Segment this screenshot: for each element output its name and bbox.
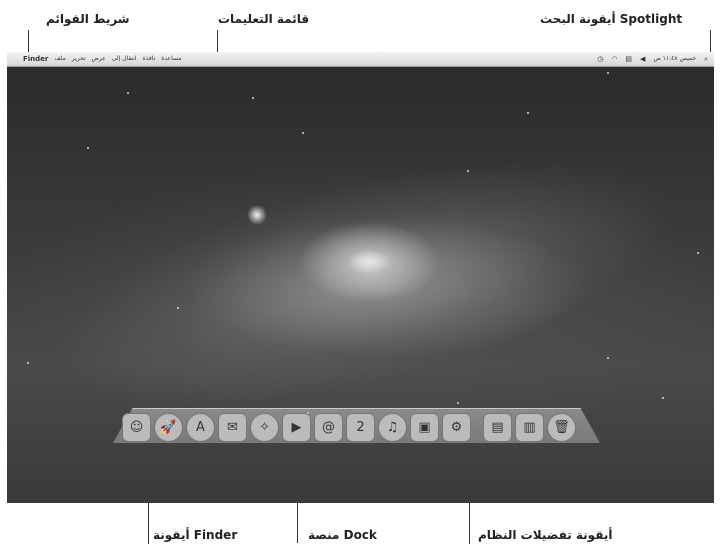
system-prefs-leader [469, 498, 470, 544]
menu-help[interactable]: مساعدة [161, 54, 181, 64]
facetime-icon[interactable]: ▶ [282, 413, 311, 442]
launchpad-icon[interactable]: 🚀 [154, 413, 183, 442]
menubar-callout: شريط القوائم [46, 12, 130, 26]
help-menu-leader [217, 30, 218, 52]
star [467, 170, 469, 172]
menu-bar: Finder ملف تحرير عرض انتقال إلى نافذة مس… [7, 52, 714, 67]
star [252, 97, 254, 99]
dock-leader [297, 503, 298, 543]
time-machine-icon[interactable]: ◷ [597, 54, 603, 64]
safari-icon[interactable]: ✧ [250, 413, 279, 442]
star [607, 72, 609, 74]
star [527, 112, 529, 114]
menu-clock[interactable]: خميس ١١:٤٨ ص [653, 54, 696, 64]
menu-window[interactable]: نافذة [143, 54, 156, 64]
help-menu-callout: قائمة التعليمات [218, 12, 310, 26]
finder-icon[interactable]: ☺ [122, 413, 151, 442]
spotlight-callout: أيقونة البحث Spotlight [540, 12, 683, 26]
star [87, 147, 89, 149]
mail-icon[interactable]: ✉ [218, 413, 247, 442]
star [27, 362, 29, 364]
finder-callout: أيقونة Finder [153, 528, 238, 542]
dock: ☺ 🚀 A ✉ ✧ ▶ @ 2 ♫ ▣ ⚙ ▤ ▥ 🗑 [122, 408, 602, 442]
display-icon[interactable]: ▤ [625, 54, 632, 64]
finder-leader [148, 498, 149, 544]
system-preferences-icon[interactable]: ⚙ [442, 413, 471, 442]
ical-icon[interactable]: 2 [346, 413, 375, 442]
trash-icon[interactable]: 🗑 [547, 413, 576, 442]
star [697, 252, 699, 254]
volume-icon[interactable]: ◀ [640, 54, 645, 64]
menu-bar-right: ⌕ خميس ١١:٤٨ ص ◀ ▤ ◠ ◷ [597, 54, 708, 64]
downloads-stack-icon[interactable]: ▥ [515, 413, 544, 442]
app-menu-finder[interactable]: Finder [23, 55, 48, 63]
menu-file[interactable]: ملف [54, 54, 65, 64]
dock-callout: منصة Dock [308, 528, 377, 542]
galaxy-wallpaper [32, 107, 702, 457]
star [607, 357, 609, 359]
menubar-leader [28, 30, 29, 52]
star [662, 397, 664, 399]
menu-bar-left: Finder ملف تحرير عرض انتقال إلى نافذة مس… [17, 54, 182, 64]
spotlight-leader [710, 30, 711, 52]
address-book-icon[interactable]: @ [314, 413, 343, 442]
star [177, 307, 179, 309]
star [457, 402, 459, 404]
spotlight-icon[interactable]: ⌕ [704, 54, 708, 64]
itunes-icon[interactable]: ♫ [378, 413, 407, 442]
documents-stack-icon[interactable]: ▤ [483, 413, 512, 442]
menu-edit[interactable]: تحرير [72, 54, 86, 64]
menu-go[interactable]: انتقال إلى [112, 54, 137, 64]
star [127, 92, 129, 94]
system-prefs-callout: أيقونة تفضيلات النظام [478, 528, 613, 542]
app-store-icon[interactable]: A [186, 413, 215, 442]
wifi-icon[interactable]: ◠ [611, 54, 617, 64]
menu-view[interactable]: عرض [92, 54, 106, 64]
photo-booth-icon[interactable]: ▣ [410, 413, 439, 442]
star [302, 132, 304, 134]
